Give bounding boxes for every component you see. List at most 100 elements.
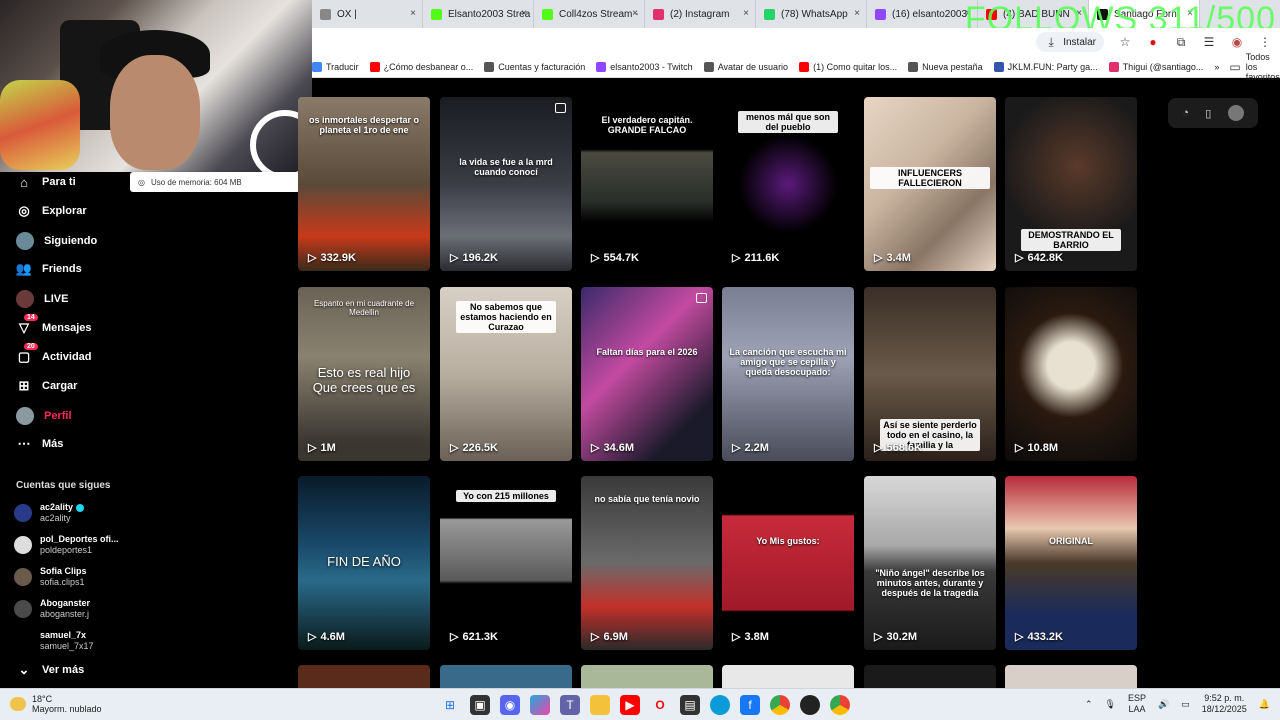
bookmark-item[interactable]: ¿Cómo desbanear o...	[369, 61, 473, 72]
play-icon: ▷	[308, 252, 317, 264]
video-tile-partial[interactable]	[864, 665, 996, 688]
speed-icon[interactable]: ◔	[1182, 107, 1189, 119]
opera-extension-icon[interactable]: ●	[1146, 35, 1160, 49]
video-tile-partial[interactable]	[722, 665, 854, 688]
video-tile[interactable]: os inmortales despertar o planeta el 1ro…	[298, 97, 430, 271]
chrome-icon[interactable]	[770, 695, 790, 715]
all-bookmarks-button[interactable]: ▭ Todos los favoritos	[1229, 52, 1280, 82]
video-view-count: ▷ 3.4M	[874, 251, 911, 265]
nav-cargar[interactable]: ⊞ Cargar	[16, 378, 78, 394]
nav-actividad[interactable]: ▢ 20 Actividad	[16, 343, 92, 365]
video-tile[interactable]: FIN DE AÑO ▷ 4.6M	[298, 476, 430, 650]
video-tile-partial[interactable]	[1005, 665, 1137, 688]
extensions-icon[interactable]: ⧉	[1174, 35, 1188, 49]
video-tile-partial[interactable]	[298, 665, 430, 688]
volume-icon[interactable]: 🔊	[1158, 699, 1169, 710]
followed-account[interactable]: Aboganster aboganster.j	[14, 598, 90, 620]
nav-siguiendo[interactable]: Siguiendo	[16, 232, 97, 250]
ver-mas-button[interactable]: ⌄ Ver más	[16, 662, 85, 678]
chrome-alt-icon[interactable]	[830, 695, 850, 715]
tab-close-icon[interactable]: ×	[410, 8, 416, 19]
video-tile-partial[interactable]	[440, 665, 572, 688]
bookmark-item[interactable]: elsanto2003 - Twitch	[596, 61, 693, 72]
bookmark-item[interactable]: Nueva pestaña	[908, 61, 983, 72]
video-caption: Yo Mis gustos:	[756, 536, 820, 546]
video-tile[interactable]: la vida se fue a la mrd cuando conocí ▷ 19…	[440, 97, 572, 271]
reading-list-icon[interactable]: ☰	[1202, 35, 1216, 49]
weather-widget[interactable]: 18°C Mayorm. nublado	[10, 694, 102, 714]
nav-mensajes[interactable]: ▽ 14 Mensajes	[16, 314, 92, 336]
file-explorer-icon[interactable]	[590, 695, 610, 715]
tray-chevron-icon[interactable]: ⌃	[1085, 699, 1093, 710]
video-tile[interactable]: El verdadero capitán. GRANDE FALCAO ▷ 554.…	[581, 97, 713, 271]
discord-icon[interactable]: ◉	[500, 695, 520, 715]
youtube-icon[interactable]: ▶	[620, 695, 640, 715]
windows-start-icon[interactable]: ⊞	[440, 695, 460, 715]
video-tile[interactable]: La canción que escucha mi amigo que se c…	[722, 287, 854, 461]
nav-para-ti[interactable]: ⌂ Para ti	[16, 174, 76, 190]
edge-icon[interactable]	[710, 695, 730, 715]
tab-label: (16) elsanto2003	[892, 8, 968, 20]
bookmark-item[interactable]: Cuentas y facturación	[484, 61, 585, 72]
video-tile[interactable]: no sabía que tenía novio ▷ 6.9M	[581, 476, 713, 650]
copilot-icon[interactable]	[530, 695, 550, 715]
video-tile[interactable]: No sabemos que estamos haciendo en Curaz…	[440, 287, 572, 461]
view-count-text: 34.6M	[603, 441, 635, 454]
obs-icon[interactable]	[800, 695, 820, 715]
browser-tab[interactable]: (2) Instagram ×	[645, 0, 756, 28]
tab-close-icon[interactable]: ×	[632, 8, 638, 19]
followed-account[interactable]: Sofia Clips sofia.clips1	[14, 566, 87, 588]
video-tile[interactable]: "Niño ángel" describe los minutos antes,…	[864, 476, 996, 650]
language-indicator[interactable]: ESP LAA	[1128, 693, 1146, 715]
followed-account[interactable]: samuel_7x samuel_7x17	[14, 630, 94, 652]
followed-account[interactable]: pol_Deportes ofi... poldeportes1	[14, 534, 119, 556]
opera-icon[interactable]: O	[650, 695, 670, 715]
video-tile[interactable]: Yo con 215 millones ▷ 621.3K	[440, 476, 572, 650]
store-icon[interactable]: ▤	[680, 695, 700, 715]
video-tile[interactable]: menos mál que son del pueblo ▷ 211.6K	[722, 97, 854, 271]
browser-tab[interactable]: (78) WhatsApp ×	[756, 0, 867, 28]
video-tile[interactable]: Espanto en mi cuadrante de Medellin Esto …	[298, 287, 430, 461]
video-tile[interactable]: ▷ 10.8M	[1005, 287, 1137, 461]
browser-tab[interactable]: (16) elsanto2003 ×	[867, 0, 978, 28]
facebook-icon[interactable]: f	[740, 695, 760, 715]
video-tile[interactable]: DEMOSTRANDO EL BARRIO ▷ 642.8K	[1005, 97, 1137, 271]
followed-account[interactable]: ac2ality ac2ality	[14, 502, 85, 524]
browser-tab[interactable]: Elsanto2003 Strea ×	[423, 0, 534, 28]
video-tile[interactable]: Faltan días para el 2026 ▷ 34.6M	[581, 287, 713, 461]
tab-close-icon[interactable]: ×	[521, 8, 527, 19]
bookmark-item[interactable]: JKLM.FUN: Party ga...	[993, 61, 1098, 72]
teams-icon[interactable]: T	[560, 695, 580, 715]
video-tile[interactable]: Así se siente perderlo todo en el casino…	[864, 287, 996, 461]
video-tile[interactable]: Yo Mis gustos: ▷ 3.8M	[722, 476, 854, 650]
bookmark-star-icon[interactable]: ☆	[1118, 35, 1132, 49]
tab-close-icon[interactable]: ×	[743, 8, 749, 19]
nav-perfil[interactable]: Perfil	[16, 407, 72, 425]
video-tile[interactable]: ORIGINAL ▷ 433.2K	[1005, 476, 1137, 650]
nav-friends[interactable]: 👥 Friends	[16, 261, 82, 277]
phone-icon[interactable]: ▯	[1205, 107, 1211, 120]
nav-live-label: LIVE	[44, 293, 69, 305]
bookmark-item[interactable]: Traducir	[312, 61, 359, 72]
network-icon[interactable]: ▭	[1181, 699, 1190, 710]
profile-avatar-icon[interactable]: ◉	[1230, 35, 1244, 49]
microphone-icon[interactable]: 🎙	[1105, 699, 1116, 710]
bookmark-item[interactable]: Thigui (@santiago...	[1108, 61, 1203, 72]
nav-live[interactable]: LIVE	[16, 290, 68, 308]
bookmark-item[interactable]: Avatar de usuario	[703, 61, 788, 72]
video-tile[interactable]: INFLUENCERS FALLECIERON ▷ 3.4M	[864, 97, 996, 271]
nav-mas[interactable]: ⋯ Más	[16, 436, 64, 452]
video-tile-partial[interactable]	[581, 665, 713, 688]
bookmarks-more-button[interactable]: »	[1214, 62, 1219, 72]
bookmark-item[interactable]: (1) Como quitar los...	[799, 61, 897, 72]
install-button[interactable]: ⤓ Instalar	[1036, 32, 1104, 52]
notifications-icon[interactable]: 🔔	[1259, 699, 1270, 710]
browser-tab[interactable]: OX | ×	[312, 0, 423, 28]
clock[interactable]: 9:52 p. m. 18/12/2025	[1202, 693, 1247, 715]
tab-close-icon[interactable]: ×	[854, 8, 860, 19]
user-avatar-icon[interactable]	[1227, 105, 1244, 121]
menu-kebab-icon[interactable]: ⋮	[1258, 35, 1272, 49]
task-view-icon[interactable]: ▣	[470, 695, 490, 715]
nav-explorar[interactable]: ◎ Explorar	[16, 203, 86, 219]
browser-tab[interactable]: Coll4zos Stream - ×	[534, 0, 645, 28]
